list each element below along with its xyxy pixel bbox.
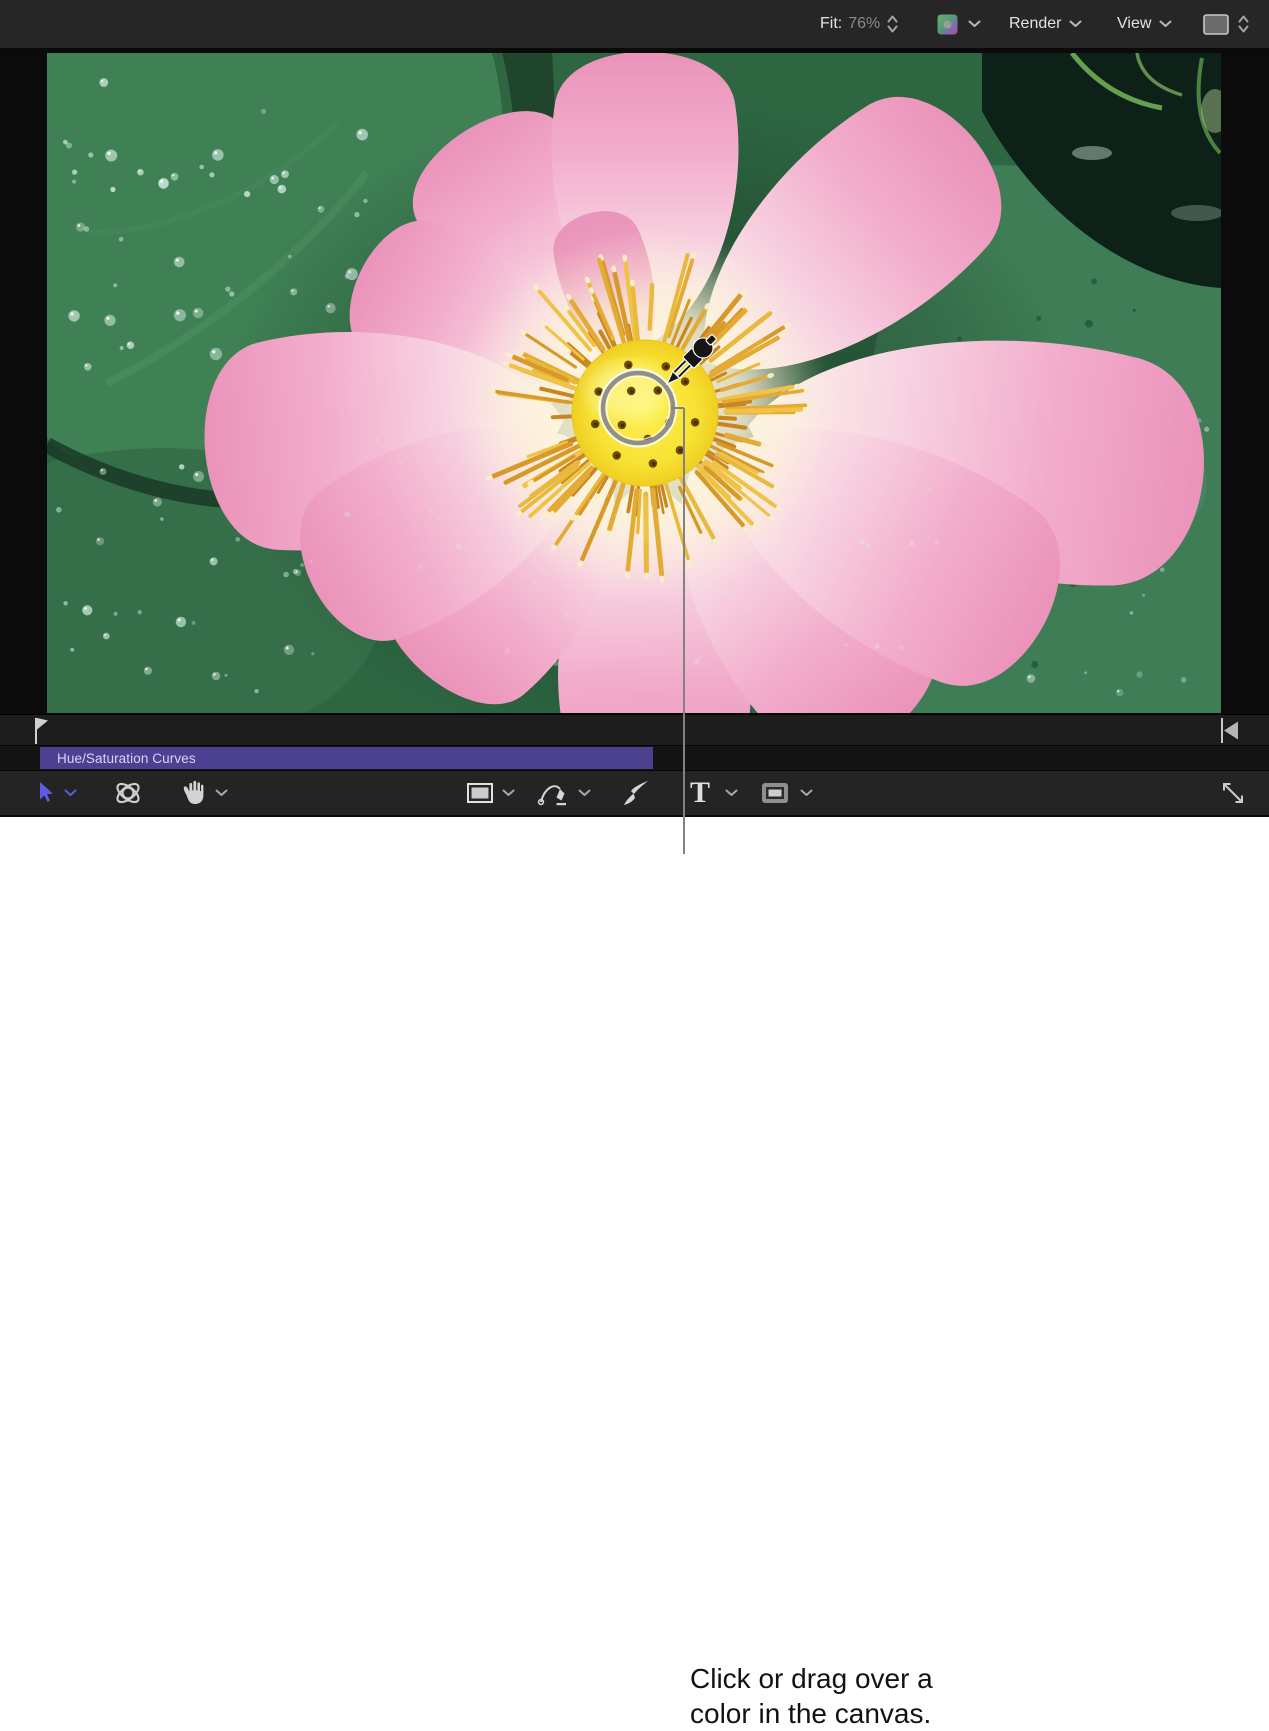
chevron-down-icon bbox=[215, 789, 228, 797]
chevron-down-icon bbox=[64, 789, 77, 797]
chevron-down-icon bbox=[800, 789, 813, 797]
select-arrow-icon bbox=[33, 779, 59, 807]
transform-3d-tool-button[interactable] bbox=[112, 771, 144, 815]
tool-bar: T bbox=[0, 770, 1269, 818]
canvas-layers-icon bbox=[1203, 14, 1229, 35]
stepper-icon[interactable] bbox=[1237, 14, 1250, 34]
rectangle-tool-menu[interactable] bbox=[501, 771, 515, 815]
chevron-down-icon bbox=[968, 20, 981, 28]
chevron-down-icon bbox=[1159, 20, 1172, 28]
canvas-layout-control[interactable] bbox=[1203, 0, 1250, 48]
text-tool-menu[interactable] bbox=[724, 771, 738, 815]
motion-canvas-window: Fit: 76% Render bbox=[0, 0, 1269, 918]
canvas-image-lotus bbox=[47, 53, 1221, 713]
expand-canvas-button[interactable] bbox=[1217, 771, 1249, 815]
bezier-tool-menu[interactable] bbox=[577, 771, 591, 815]
paint-stroke-tool-icon bbox=[621, 778, 651, 808]
text-tool-icon: T bbox=[690, 778, 710, 808]
shape-tool-button[interactable] bbox=[758, 771, 792, 815]
timeline-track: Hue/Saturation Curves bbox=[0, 745, 1269, 770]
color-swatch-icon bbox=[937, 14, 958, 35]
shape-tool-menu[interactable] bbox=[799, 771, 813, 815]
chevron-down-icon bbox=[578, 789, 591, 797]
chevron-down-icon bbox=[725, 789, 738, 797]
chevron-down-icon bbox=[1069, 20, 1082, 28]
canvas[interactable] bbox=[0, 50, 1269, 714]
timeline-clip[interactable]: Hue/Saturation Curves bbox=[40, 747, 653, 769]
view-menu[interactable]: View bbox=[1117, 0, 1172, 48]
bezier-pen-tool-icon bbox=[537, 778, 569, 808]
pan-tool-button[interactable] bbox=[178, 771, 210, 815]
render-menu[interactable]: Render bbox=[1009, 0, 1082, 48]
timeline-end-icon bbox=[1219, 716, 1243, 745]
canvas-status-bar: Fit: 76% Render bbox=[0, 0, 1269, 50]
render-menu-label: Render bbox=[1009, 15, 1061, 33]
hand-icon bbox=[180, 779, 208, 807]
expand-icon bbox=[1220, 780, 1246, 806]
channels-menu[interactable] bbox=[937, 0, 981, 48]
zoom-value: 76% bbox=[848, 15, 880, 33]
callout-text: Click or drag over a color in the canvas… bbox=[690, 1661, 933, 1731]
callout-line-2: color in the canvas. bbox=[690, 1696, 933, 1731]
zoom-fit-label: Fit: bbox=[820, 15, 842, 33]
bezier-tool-button[interactable] bbox=[536, 771, 570, 815]
select-tool-button[interactable] bbox=[30, 771, 62, 815]
rectangle-tool-button[interactable] bbox=[464, 771, 496, 815]
select-tool-menu[interactable] bbox=[63, 771, 77, 815]
caption-area: Click or drag over a color in the canvas… bbox=[0, 817, 1269, 918]
text-tool-button[interactable]: T bbox=[685, 771, 715, 815]
stepper-icon[interactable] bbox=[886, 14, 899, 34]
playhead-pin-icon[interactable] bbox=[28, 716, 52, 745]
chevron-down-icon bbox=[502, 789, 515, 797]
mini-timeline[interactable] bbox=[0, 714, 1269, 745]
callout-line-1: Click or drag over a bbox=[690, 1661, 933, 1696]
shape-tool-icon bbox=[759, 781, 791, 805]
timeline-clip-label: Hue/Saturation Curves bbox=[57, 751, 196, 766]
callout-line bbox=[683, 408, 685, 854]
paint-stroke-tool-button[interactable] bbox=[620, 771, 652, 815]
view-menu-label: View bbox=[1117, 15, 1151, 33]
orbit-3d-icon bbox=[113, 778, 143, 808]
rectangle-tool-icon bbox=[465, 781, 495, 805]
zoom-level-control[interactable]: Fit: 76% bbox=[820, 0, 899, 48]
pan-tool-menu[interactable] bbox=[214, 771, 228, 815]
